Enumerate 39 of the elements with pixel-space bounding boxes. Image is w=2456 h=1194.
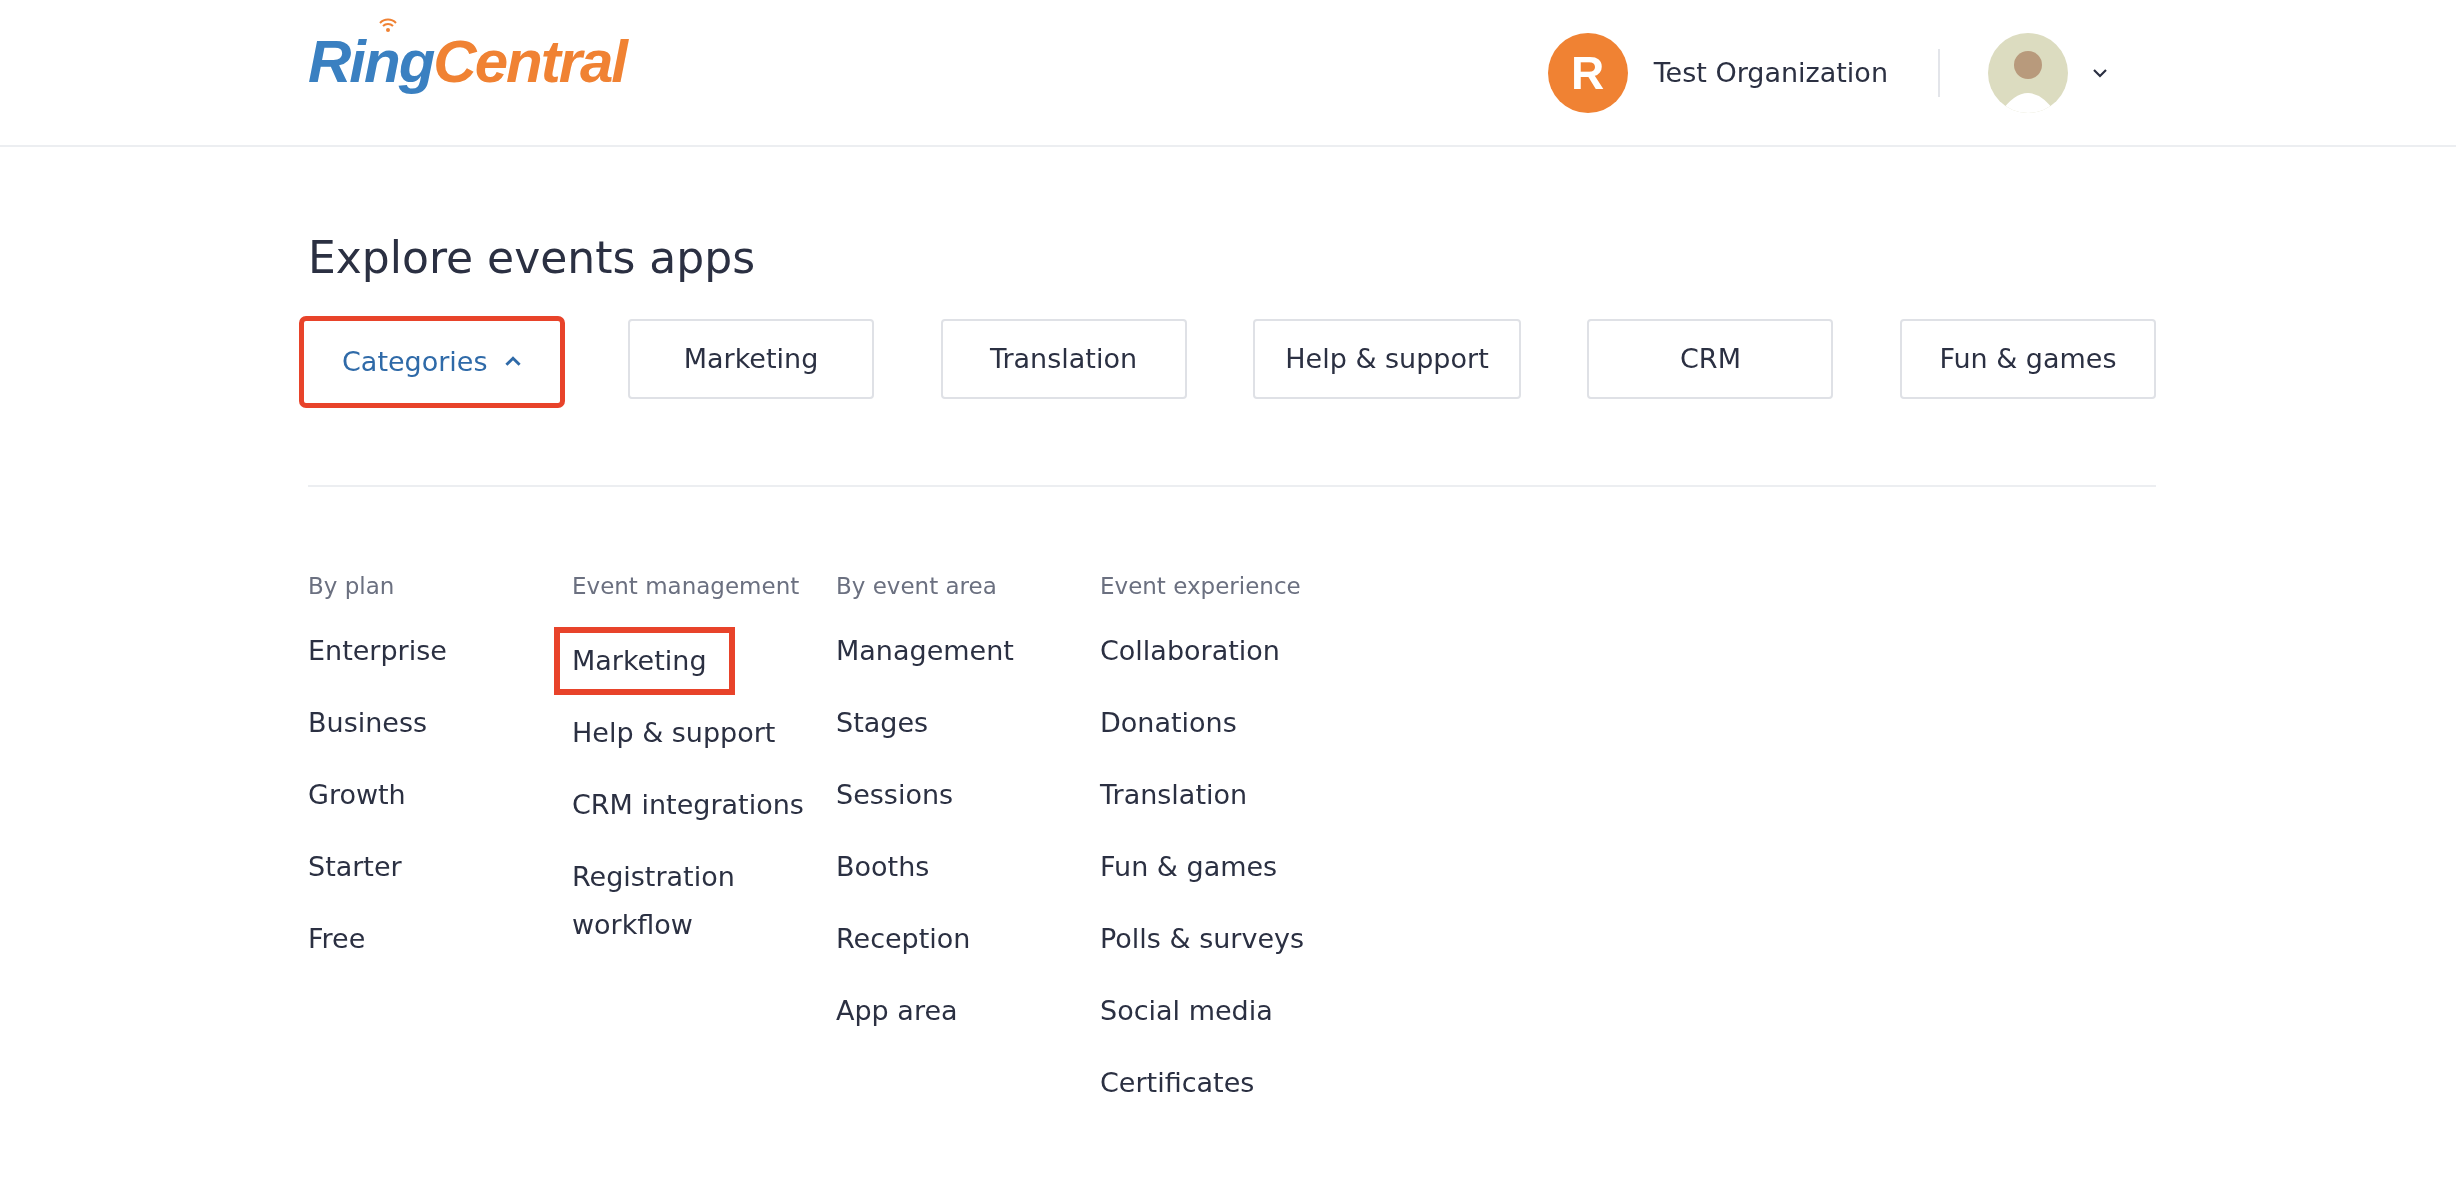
category-link[interactable]: Sessions	[836, 770, 954, 819]
organization-name: Test Organization	[1653, 57, 1888, 88]
category-chip[interactable]: Help & support	[1253, 318, 1521, 399]
page-title: Explore events apps	[308, 232, 757, 285]
category-link[interactable]: Free	[308, 914, 366, 963]
category-link[interactable]: Growth	[308, 770, 406, 819]
category-link[interactable]: Reception	[836, 914, 971, 963]
chevron-up-icon	[503, 356, 522, 368]
chevron-down-icon[interactable]	[2092, 67, 2108, 78]
category-link[interactable]: Collaboration	[1100, 626, 1280, 675]
category-link[interactable]: Starter	[308, 842, 402, 891]
category-link[interactable]: Registration workflow	[572, 852, 812, 949]
column-heading: Event management	[572, 572, 801, 599]
organization-logo: R	[1547, 32, 1628, 113]
categories-dropdown[interactable]: Categories	[302, 318, 562, 405]
category-chip[interactable]: CRM	[1587, 318, 1834, 399]
category-chip[interactable]: Translation	[940, 318, 1187, 399]
category-link[interactable]: App area	[836, 986, 958, 1035]
column-heading: Event experience	[1100, 572, 1302, 599]
category-link[interactable]: Polls & surveys	[1100, 914, 1305, 963]
category-link[interactable]: Booths	[836, 842, 930, 891]
category-link[interactable]: Translation	[1100, 770, 1248, 819]
column-heading: By plan	[308, 572, 396, 599]
signal-icon	[378, 17, 398, 32]
category-chip[interactable]: Marketing	[628, 318, 875, 399]
category-link[interactable]: Stages	[836, 698, 929, 747]
category-chip[interactable]: Fun & games	[1899, 318, 2156, 399]
category-link[interactable]: Management	[836, 626, 1014, 675]
category-link[interactable]: Business	[308, 698, 428, 747]
category-link[interactable]: Fun & games	[1100, 842, 1278, 891]
category-link[interactable]: Help & support	[572, 708, 776, 757]
category-link[interactable]: Social media	[1100, 986, 1273, 1035]
ringcentral-logo[interactable]: RingCentral	[308, 17, 631, 98]
category-link[interactable]: CRM integrations	[572, 780, 804, 829]
category-link[interactable]: Enterprise	[308, 626, 447, 675]
category-link[interactable]: Donations	[1100, 698, 1237, 747]
category-link[interactable]: Certificates	[1100, 1058, 1255, 1107]
category-link[interactable]: Marketing	[554, 626, 735, 695]
column-heading: By event area	[836, 572, 998, 599]
